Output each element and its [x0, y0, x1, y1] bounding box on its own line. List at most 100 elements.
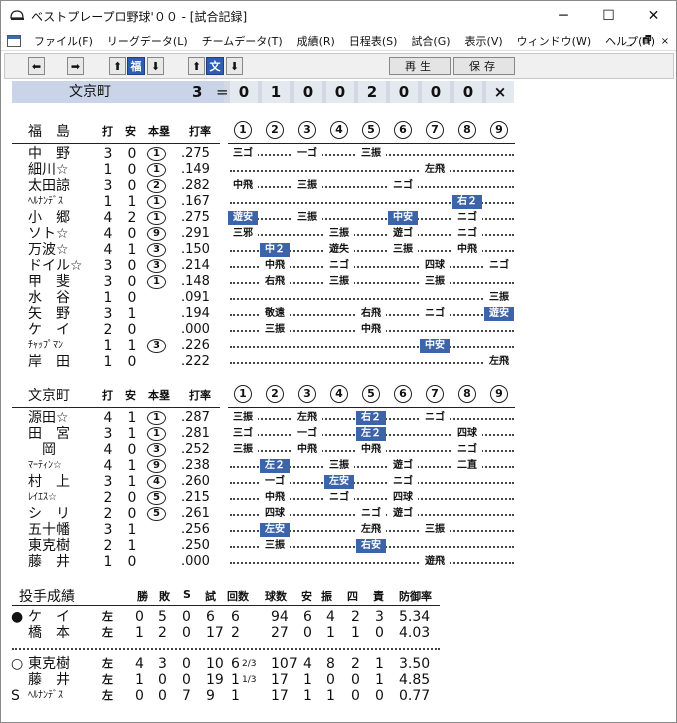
plate-appearance-result: 遊ゴ	[388, 226, 418, 242]
plate-appearance-result: 遊ゴ	[388, 458, 418, 474]
scoreboard: 文京町 3 = 0 1 0 0 2 0 0 0 ×	[12, 81, 514, 103]
pitcher-era: 4.85	[399, 672, 431, 688]
menu-window[interactable]: ウィンドウ(W)	[510, 33, 598, 49]
fukushima-batter-row: 水 谷 1 0 .091 三振	[1, 290, 521, 306]
batter-average: .000	[181, 322, 210, 337]
batter-average: .226	[181, 338, 210, 353]
plate-appearance-result: ニゴ	[484, 258, 514, 274]
dotted-line	[230, 186, 514, 188]
batter-hits: 1	[127, 458, 137, 474]
pitcher-walks: 0	[351, 672, 360, 688]
pitcher-saves: 0	[182, 625, 191, 641]
next-game-button[interactable]: ➡	[67, 57, 84, 75]
team2-button[interactable]: 文	[206, 57, 224, 75]
pitching-header-10: 防御率	[399, 590, 432, 603]
mdi-minimize-button[interactable]: _	[622, 36, 636, 47]
fukushima-hr-header: 本塁	[148, 125, 170, 138]
batter-average: .282	[181, 178, 210, 193]
play-button[interactable]: 再生	[389, 57, 451, 75]
batter-average: .275	[181, 210, 210, 225]
plate-appearance-result: 中飛	[260, 258, 290, 274]
plate-appearance-result: 三振	[292, 210, 322, 226]
plate-appearance-result: 中２	[260, 243, 290, 257]
team2-down-button[interactable]: ⬇	[226, 57, 243, 75]
pitcher-earned-runs: 1	[375, 656, 384, 672]
team1-down-button[interactable]: ⬇	[147, 57, 164, 75]
plate-appearance-result: ニゴ	[324, 490, 354, 506]
mdi-restore-button[interactable]: 🗗	[640, 33, 654, 50]
batter-home-runs: 1	[147, 195, 166, 209]
pitcher-pitch-count: 17	[271, 672, 289, 688]
pitching-team-divider	[12, 648, 440, 650]
plate-appearance-result: 三振	[388, 242, 418, 258]
team2-up-button[interactable]: ⬆	[188, 57, 205, 75]
scoreboard-inning-9: ×	[486, 81, 514, 103]
plate-appearance-result: 二直	[452, 458, 482, 474]
menu-bar: ファイル(F) リーグデータ(L) チームデータ(T) 成績(R) 日程表(S)…	[1, 31, 676, 51]
plate-appearance-result: ニゴ	[452, 226, 482, 242]
batter-average: .261	[181, 506, 210, 521]
batter-home-runs: 1	[147, 427, 166, 441]
batter-average: .167	[181, 194, 210, 209]
pitcher-earned-runs: 3	[375, 609, 384, 625]
close-button[interactable]: ✕	[631, 1, 676, 31]
batter-at-bats: 3	[103, 146, 113, 162]
batter-average: .149	[181, 162, 210, 177]
pitcher-losses: 5	[158, 609, 167, 625]
pitcher-earned-runs: 1	[375, 672, 384, 688]
batter-name: ﾚｲｴｽ☆	[28, 492, 57, 503]
title-bar: ベストプレープロ野球'００ - [試合記録] ─ ☐ ✕	[1, 1, 676, 31]
plate-appearance-result: 右２	[452, 195, 482, 209]
batter-name: 田 宮	[28, 426, 70, 442]
batter-hits: 0	[127, 322, 137, 338]
pitcher-hand: 左	[102, 689, 113, 702]
menu-league-data[interactable]: リーグデータ(L)	[100, 33, 195, 49]
team1-up-button[interactable]: ⬆	[109, 57, 126, 75]
minimize-button[interactable]: ─	[541, 1, 586, 31]
plate-appearance-result: 右飛	[260, 274, 290, 290]
batter-average: .291	[181, 226, 210, 241]
pitcher-era: 5.34	[399, 609, 431, 625]
pitcher-innings: 1	[231, 672, 240, 688]
menu-schedule[interactable]: 日程表(S)	[342, 33, 405, 49]
batter-average: .091	[181, 290, 210, 305]
menu-game[interactable]: 試合(G)	[404, 33, 457, 49]
menu-file[interactable]: ファイル(F)	[27, 33, 100, 49]
fukushima-header-divider	[12, 143, 220, 144]
scoreboard-team-cell: 文京町 3	[12, 81, 224, 103]
plate-appearance-result: 遊失	[324, 242, 354, 258]
plate-appearance-result: 三振	[484, 290, 514, 306]
menu-view[interactable]: 表示(V)	[458, 33, 510, 49]
bunkyo-batter-row: 田 宮 3 1 1.281 三ゴ 一ゴ 左２ 四球	[1, 426, 521, 442]
plate-appearance-result: 中安	[388, 211, 418, 225]
pitcher-pitch-count: 17	[271, 688, 289, 704]
dotted-line	[230, 346, 514, 348]
pitcher-era: 4.03	[399, 625, 431, 641]
pitcher-name: 東克樹	[28, 656, 70, 672]
mdi-close-button[interactable]: ×	[658, 36, 672, 47]
batter-name: ソト☆	[28, 226, 69, 242]
pitcher-hits: 4	[303, 656, 312, 672]
team1-button[interactable]: 福	[127, 57, 145, 75]
pitching-header-9: 責	[373, 590, 384, 603]
menu-stats[interactable]: 成績(R)	[290, 33, 342, 49]
batter-at-bats: 1	[103, 162, 113, 178]
plate-appearance-result: ニゴ	[420, 410, 450, 426]
batter-at-bats: 1	[103, 194, 113, 210]
fukushima-inning-header-9: 9	[490, 121, 508, 139]
app-window: ベストプレープロ野球'００ - [試合記録] ─ ☐ ✕ ファイル(F) リーグ…	[0, 0, 677, 723]
pitcher-hand: 左	[102, 610, 113, 623]
scoreboard-inning-5: 2	[358, 81, 386, 103]
save-button[interactable]: 保存	[453, 57, 515, 75]
batter-average: .287	[181, 410, 210, 425]
menu-team-data[interactable]: チームデータ(T)	[195, 33, 290, 49]
batter-average: .150	[181, 242, 210, 257]
pitcher-games: 9	[206, 688, 215, 704]
pitcher-innings-fraction: 2/3	[242, 659, 257, 669]
plate-appearance-result: 三振	[292, 178, 322, 194]
prev-game-button[interactable]: ⬅	[28, 57, 45, 75]
maximize-button[interactable]: ☐	[586, 1, 631, 31]
plate-appearance-result: 中飛	[228, 178, 258, 194]
document-icon[interactable]	[7, 34, 21, 47]
plate-appearance-result: 左飛	[356, 522, 386, 538]
